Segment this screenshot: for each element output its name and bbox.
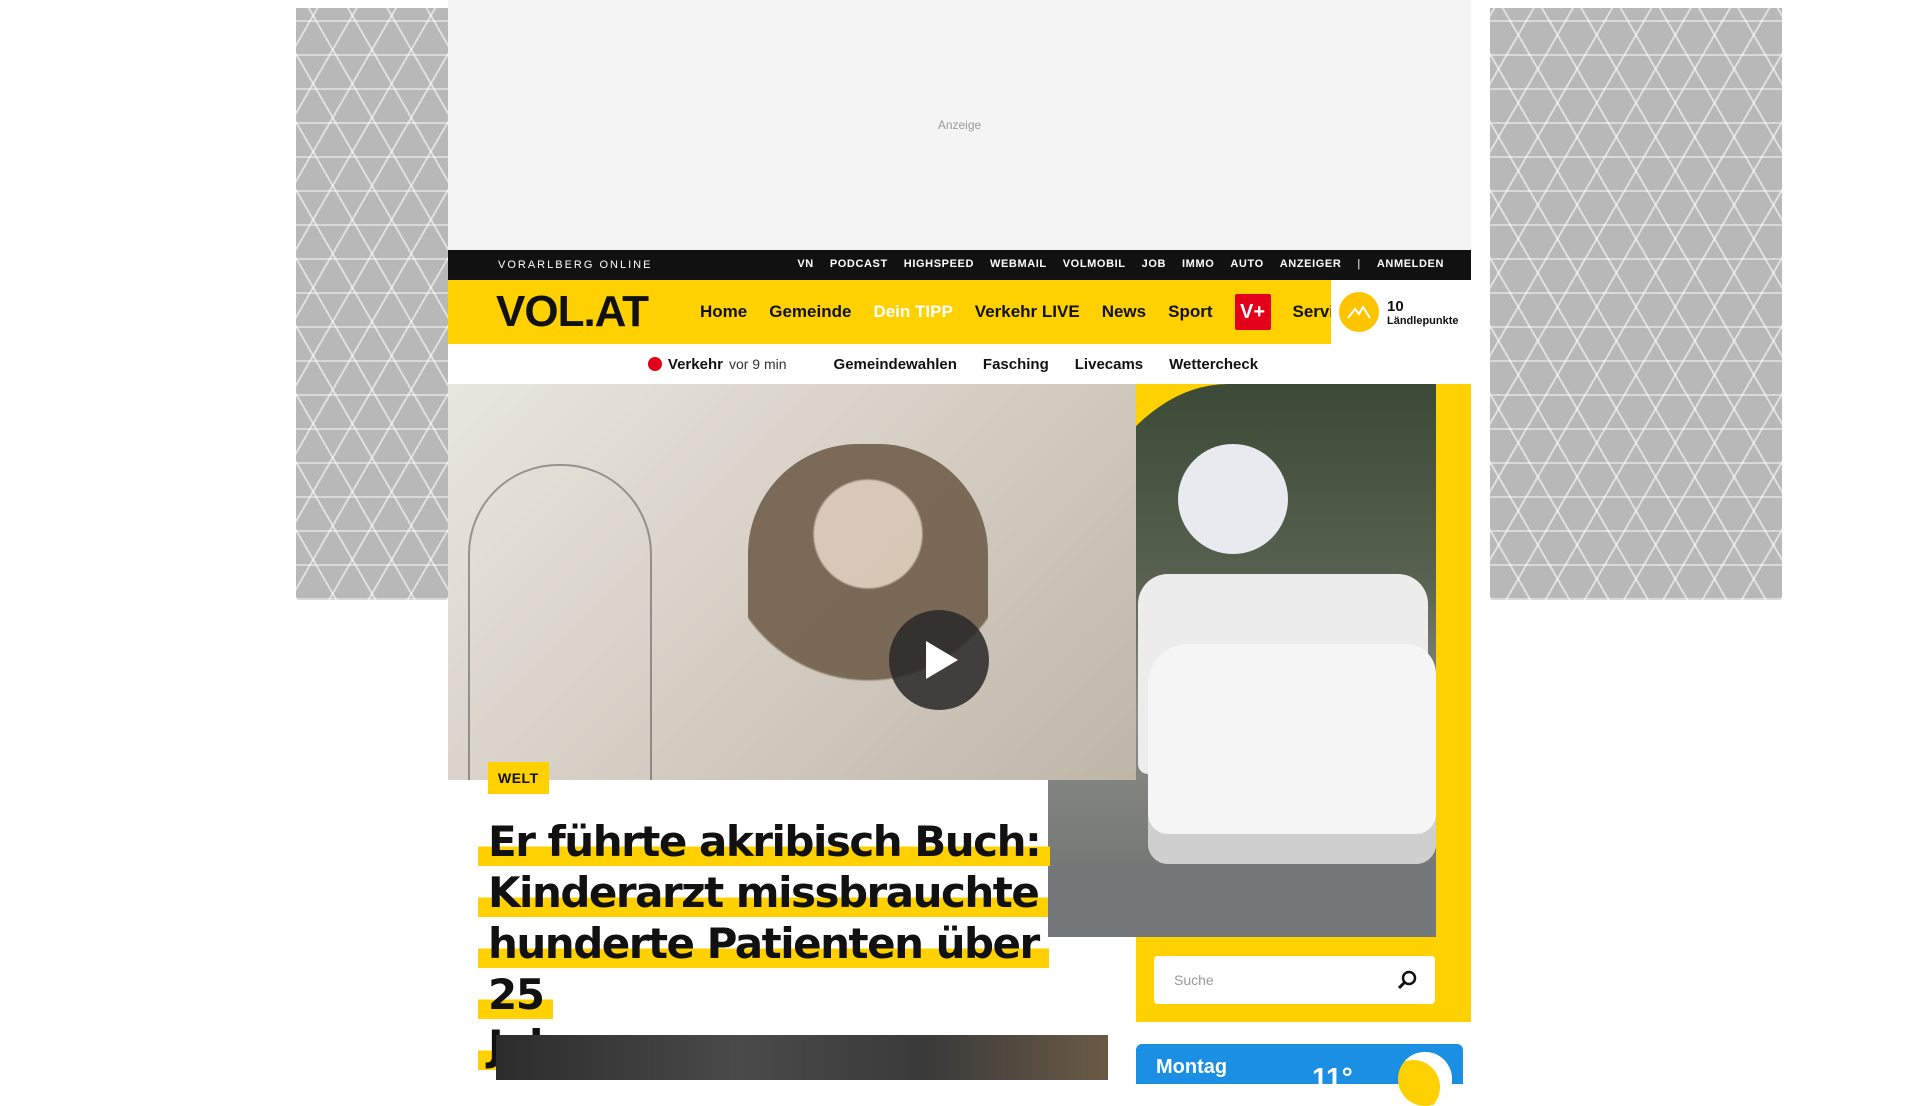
live-dot-icon	[647, 357, 662, 371]
category-badge[interactable]: WELT	[488, 762, 549, 794]
sun-cloud-icon	[1398, 1052, 1452, 1106]
subnav-livecams[interactable]: Livecams	[1075, 356, 1143, 373]
top-link-vn[interactable]: VN	[797, 258, 813, 270]
site-logo[interactable]: VOL.AT	[496, 288, 649, 336]
top-link-anzeiger[interactable]: ANZEIGER	[1280, 258, 1342, 270]
ad-label: Anzeige	[937, 118, 982, 132]
subnav-wettercheck[interactable]: Wettercheck	[1169, 356, 1258, 373]
road-shape	[1048, 864, 1436, 937]
traffic-status[interactable]: Verkehr vor 9 min	[647, 355, 787, 373]
video-play-button[interactable]	[889, 610, 989, 710]
top-link-immo[interactable]: IMMO	[1182, 258, 1214, 270]
sketch-figure-left	[468, 464, 652, 780]
top-bar: VORARLBERG ONLINE VN PODCAST HIGHSPEED W…	[448, 250, 1471, 280]
nav-sport[interactable]: Sport	[1168, 302, 1212, 322]
car-shape	[1148, 644, 1436, 864]
top-link-podcast[interactable]: PODCAST	[830, 258, 888, 270]
article-photo-secondary[interactable]	[496, 1035, 1108, 1080]
top-links: VN PODCAST HIGHSPEED WEBMAIL VOLMOBIL JO…	[797, 258, 1444, 270]
search-box	[1154, 956, 1435, 1004]
sub-nav: Verkehr vor 9 min Gemeindewahlen Faschin…	[448, 344, 1471, 384]
points-widget[interactable]: 10 Ländlepunkte	[1331, 280, 1471, 344]
subnav-fasching[interactable]: Fasching	[983, 356, 1049, 373]
weather-temp: 11°	[1312, 1062, 1353, 1093]
traffic-time: vor 9 min	[728, 356, 787, 372]
points-label: Ländlepunkte	[1387, 314, 1459, 327]
nav-dein-tipp[interactable]: Dein TIPP	[873, 302, 952, 322]
vplus-button[interactable]: V+	[1234, 294, 1271, 330]
hero-image-main[interactable]	[448, 384, 1136, 780]
top-link-highspeed[interactable]: HIGHSPEED	[904, 258, 974, 270]
weather-widget[interactable]: Montag 11°	[1136, 1044, 1463, 1106]
main-nav: VOL.AT Home Gemeinde Dein TIPP Verkehr L…	[448, 280, 1471, 344]
top-link-volmobil[interactable]: VOLMOBIL	[1063, 258, 1126, 270]
brand-tagline: VORARLBERG ONLINE	[498, 259, 653, 271]
nav-gemeinde[interactable]: Gemeinde	[769, 302, 851, 322]
top-link-job[interactable]: JOB	[1142, 258, 1166, 270]
article-headline[interactable]: Er führte akribisch Buch: Kinderarzt mis…	[478, 816, 1078, 1071]
traffic-label: Verkehr	[667, 355, 723, 373]
search-input[interactable]	[1172, 971, 1376, 989]
headline-line: Er führte akribisch Buch:	[478, 817, 1051, 866]
subnav-gemeindewahlen[interactable]: Gemeindewahlen	[834, 356, 957, 373]
points-value: 10	[1387, 297, 1404, 315]
nav-verkehr-live[interactable]: Verkehr LIVE	[975, 302, 1080, 322]
login-link[interactable]: ANMELDEN	[1377, 258, 1444, 270]
weather-day: Montag	[1156, 1056, 1228, 1078]
ad-skin-right	[1490, 8, 1782, 600]
page: Anzeige VORARLBERG ONLINE VN PODCAST HIG…	[448, 0, 1471, 1106]
ad-skin-left	[296, 8, 448, 600]
top-link-webmail[interactable]: WEBMAIL	[990, 258, 1047, 270]
nav-home[interactable]: Home	[700, 302, 747, 322]
ad-banner[interactable]: Anzeige	[448, 0, 1471, 250]
top-link-auto[interactable]: AUTO	[1230, 258, 1263, 270]
headline-line: hunderte Patienten über 25	[478, 919, 1049, 1019]
nav-items: Home Gemeinde Dein TIPP Verkehr LIVE New…	[700, 280, 1375, 344]
headline-line: Kinderarzt missbrauchte	[478, 868, 1049, 917]
nav-news[interactable]: News	[1102, 302, 1146, 322]
search-icon[interactable]	[1397, 970, 1417, 990]
mountain-icon	[1339, 292, 1379, 332]
top-links-separator: |	[1357, 258, 1361, 270]
satellite-dish-shape	[1178, 444, 1288, 554]
play-icon	[926, 641, 958, 679]
